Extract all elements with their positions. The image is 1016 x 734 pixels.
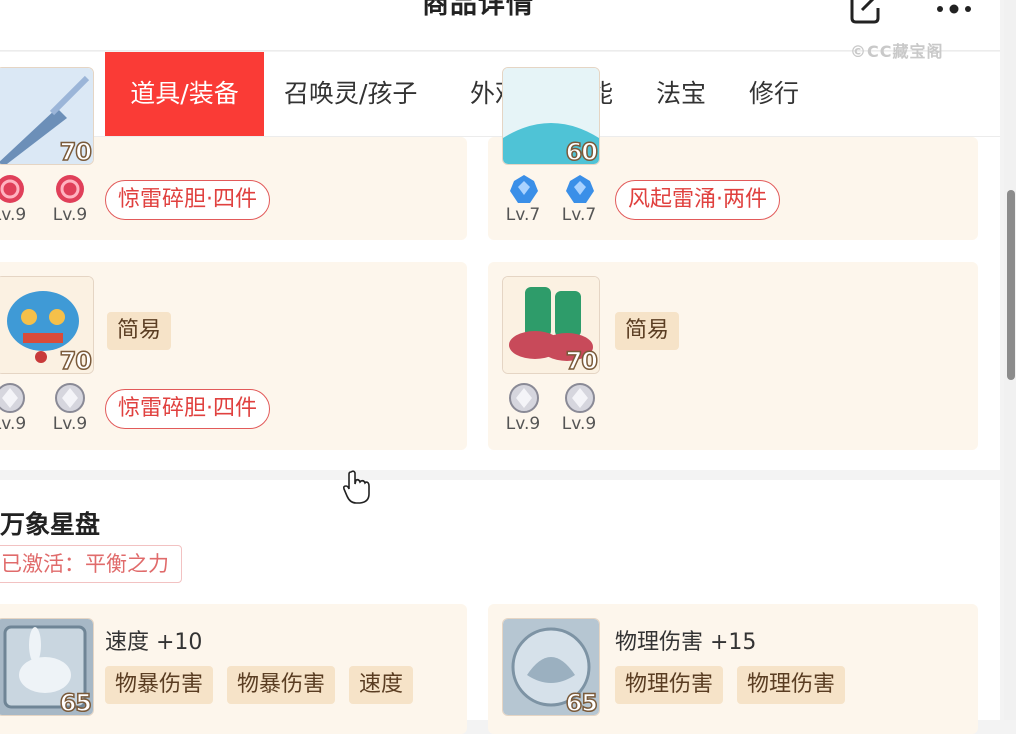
set-bonus-badge: 风起雷涌·两件 xyxy=(615,180,780,220)
equipment-card[interactable]: 60 Lv.7 Lv.7 风起雷涌·两件 xyxy=(488,67,978,240)
silver-gem-icon xyxy=(565,383,595,413)
hand-cursor-icon xyxy=(342,470,370,504)
gem-level: Lv.9 xyxy=(52,414,88,434)
equipment-thumbnail[interactable]: 70 xyxy=(0,67,94,165)
silver-gem-icon xyxy=(509,383,539,413)
silver-gem-icon xyxy=(55,383,85,413)
equipment-card[interactable]: 70 Lv.9 Lv.9 惊雷碎胆·四件 xyxy=(0,67,467,240)
star-disk-thumbnail[interactable]: 65 xyxy=(502,618,600,716)
gem-level: Lv.9 xyxy=(505,414,541,434)
bonus-tag: 物理伤害 xyxy=(737,666,846,704)
tab-cultivation[interactable]: 修行 xyxy=(749,52,799,136)
bonus-tag: 物暴伤害 xyxy=(227,666,336,704)
equipment-thumbnail[interactable]: 70 xyxy=(502,276,600,374)
blue-gem-icon xyxy=(510,175,538,203)
gem-level: Lv.9 xyxy=(561,414,597,434)
gem-level: Lv.9 xyxy=(0,414,27,434)
red-gem-icon xyxy=(56,175,84,203)
star-disk-level: 65 xyxy=(59,688,93,716)
tab-treasures[interactable]: 法宝 xyxy=(656,52,706,136)
bonus-tag: 物理伤害 xyxy=(615,666,724,704)
equipment-level: 70 xyxy=(565,346,599,374)
scrollbar-thumb[interactable] xyxy=(1007,190,1015,380)
gem-level: Lv.7 xyxy=(561,205,597,225)
star-disk-card[interactable]: 65 物理伤害 +15 物理伤害 物理伤害 xyxy=(488,604,978,734)
section-title: 万象星盘 xyxy=(0,510,101,539)
page-title: 商品详情 xyxy=(422,0,534,20)
equipment-thumbnail[interactable]: 70 xyxy=(0,276,94,374)
equipment-card[interactable]: 70 简易 Lv.9 Lv.9 xyxy=(488,262,978,450)
tab-bar: 人物属性 道具/装备 召唤灵/孩子 外观 技能 法宝 修行 xyxy=(0,52,1000,137)
share-icon[interactable] xyxy=(848,0,882,24)
more-icon[interactable] xyxy=(934,4,974,14)
activated-badge: 已激活：平衡之力 xyxy=(0,545,182,583)
tab-items-equipment[interactable]: 道具/装备 xyxy=(105,52,264,136)
watermark: ©CC藏宝阁 xyxy=(850,42,944,61)
gem-level: Lv.9 xyxy=(52,205,88,225)
silver-gem-icon xyxy=(0,383,25,413)
equipment-level: 70 xyxy=(59,346,93,374)
blue-gem-icon xyxy=(566,175,594,203)
gem-level: Lv.7 xyxy=(505,205,541,225)
stat-line: 速度 +10 xyxy=(105,630,203,655)
gem-level: Lv.9 xyxy=(0,205,27,225)
set-bonus-badge: 惊雷碎胆·四件 xyxy=(105,389,270,429)
stat-line: 物理伤害 +15 xyxy=(615,630,757,655)
bonus-tag: 速度 xyxy=(349,666,414,704)
quality-tag: 简易 xyxy=(107,312,172,350)
tab-summons-children[interactable]: 召唤灵/孩子 xyxy=(284,52,417,136)
red-gem-icon xyxy=(0,175,24,203)
star-disk-card[interactable]: 65 速度 +10 物暴伤害 物暴伤害 速度 xyxy=(0,604,467,734)
set-bonus-badge: 惊雷碎胆·四件 xyxy=(105,180,270,220)
equipment-level: 60 xyxy=(565,137,599,165)
equipment-card[interactable]: 70 简易 Lv.9 Lv.9 惊雷碎胆·四件 xyxy=(0,262,467,450)
quality-tag: 简易 xyxy=(615,312,680,350)
star-disk-level: 65 xyxy=(565,688,599,716)
star-disk-thumbnail[interactable]: 65 xyxy=(0,618,94,716)
equipment-level: 70 xyxy=(59,137,93,165)
equipment-thumbnail[interactable]: 60 xyxy=(502,67,600,165)
bonus-tag: 物暴伤害 xyxy=(105,666,214,704)
